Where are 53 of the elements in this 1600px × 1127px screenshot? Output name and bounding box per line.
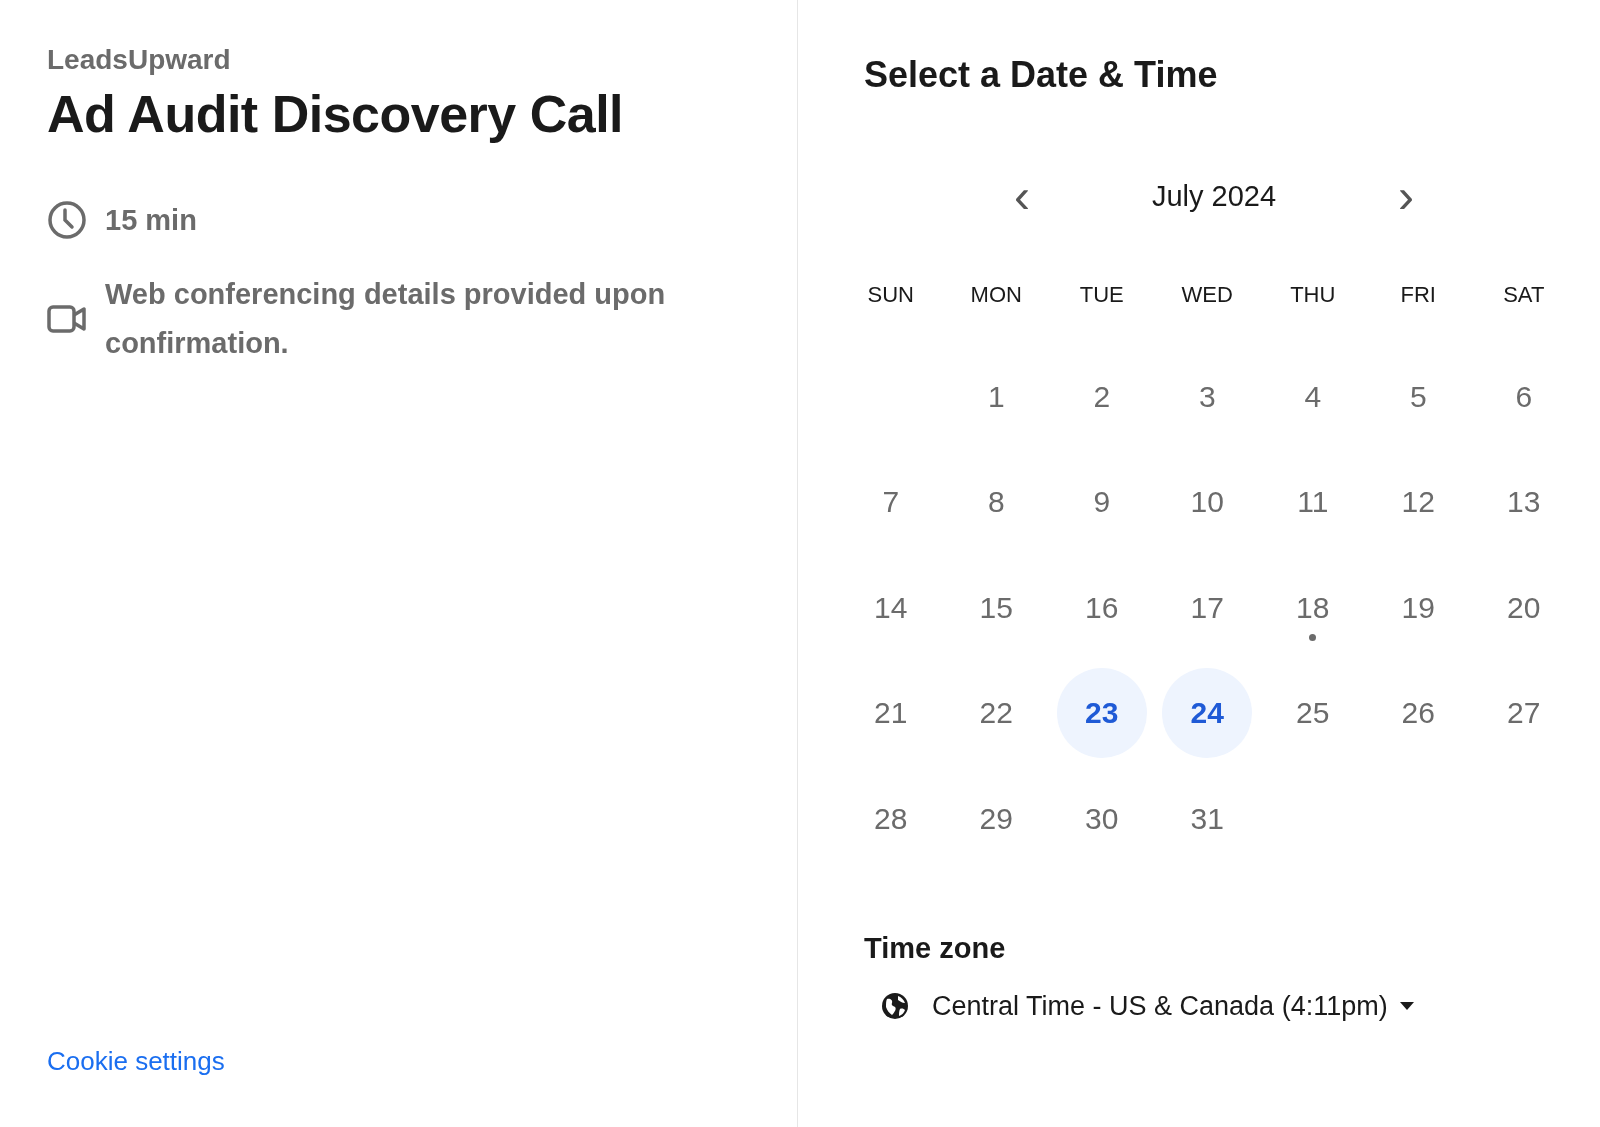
day-number: 9 (1092, 484, 1112, 521)
calendar-day[interactable]: 23 (1056, 668, 1147, 759)
day-number: 7 (881, 484, 901, 521)
day-number: 5 (1408, 378, 1428, 415)
day-number: 10 (1189, 484, 1225, 521)
weekday-label: SUN (866, 282, 915, 309)
day-number: 2 (1092, 378, 1112, 415)
previous-month-button[interactable]: ‹ (1004, 172, 1040, 220)
next-month-button[interactable]: › (1388, 172, 1424, 220)
globe-icon (880, 991, 910, 1021)
day-number: 30 (1084, 800, 1120, 837)
day-number: 14 (873, 589, 909, 626)
day-number: 18 (1295, 589, 1331, 626)
day-number: 15 (978, 589, 1014, 626)
day-number: 27 (1506, 695, 1542, 732)
caret-icon (1399, 1002, 1414, 1010)
weekday-label: SAT (1502, 282, 1546, 309)
weekday-label: FRI (1399, 282, 1437, 309)
clock-icon (47, 200, 87, 240)
duration-text: 15 min (105, 203, 197, 237)
cookie-settings-link[interactable]: Cookie settings (47, 1046, 225, 1077)
weekday-label: TUE (1078, 282, 1125, 309)
timezone-heading: Time zone (864, 931, 1007, 965)
day-number: 1 (986, 378, 1006, 415)
day-number: 3 (1197, 378, 1217, 415)
day-number: 8 (986, 484, 1006, 521)
event-title: Ad Audit Discovery Call (47, 84, 625, 144)
organizer-name: LeadsUpward (47, 44, 232, 76)
weekday-label: MON (969, 282, 1023, 309)
day-number: 4 (1303, 378, 1323, 415)
location-text: Web conferencing details provided upon confirmation. (105, 277, 667, 361)
day-number: 29 (978, 800, 1014, 837)
weekday-label: THU (1289, 282, 1337, 309)
day-number: 12 (1400, 484, 1436, 521)
day-number: 22 (978, 695, 1014, 732)
day-number: 21 (873, 695, 909, 732)
day-number: 16 (1084, 589, 1120, 626)
day-number: 26 (1400, 695, 1436, 732)
day-number: 11 (1296, 484, 1330, 521)
day-number: 13 (1506, 484, 1542, 521)
day-number: 31 (1189, 800, 1225, 837)
day-number: 28 (873, 800, 909, 837)
month-label: July 2024 (1151, 179, 1277, 213)
day-number: 20 (1506, 589, 1542, 626)
day-number: 19 (1400, 589, 1436, 626)
day-number: 17 (1189, 589, 1225, 626)
timezone-dropdown[interactable]: Central Time - US & Canada (4:11pm) (864, 990, 1414, 1022)
day-number: 6 (1514, 378, 1534, 415)
day-number: 25 (1295, 695, 1331, 732)
video-camera-icon (47, 304, 87, 334)
calendar-day[interactable]: 24 (1162, 668, 1253, 759)
weekday-label: WED (1180, 282, 1234, 309)
picker-title: Select a Date & Time (864, 54, 1219, 96)
